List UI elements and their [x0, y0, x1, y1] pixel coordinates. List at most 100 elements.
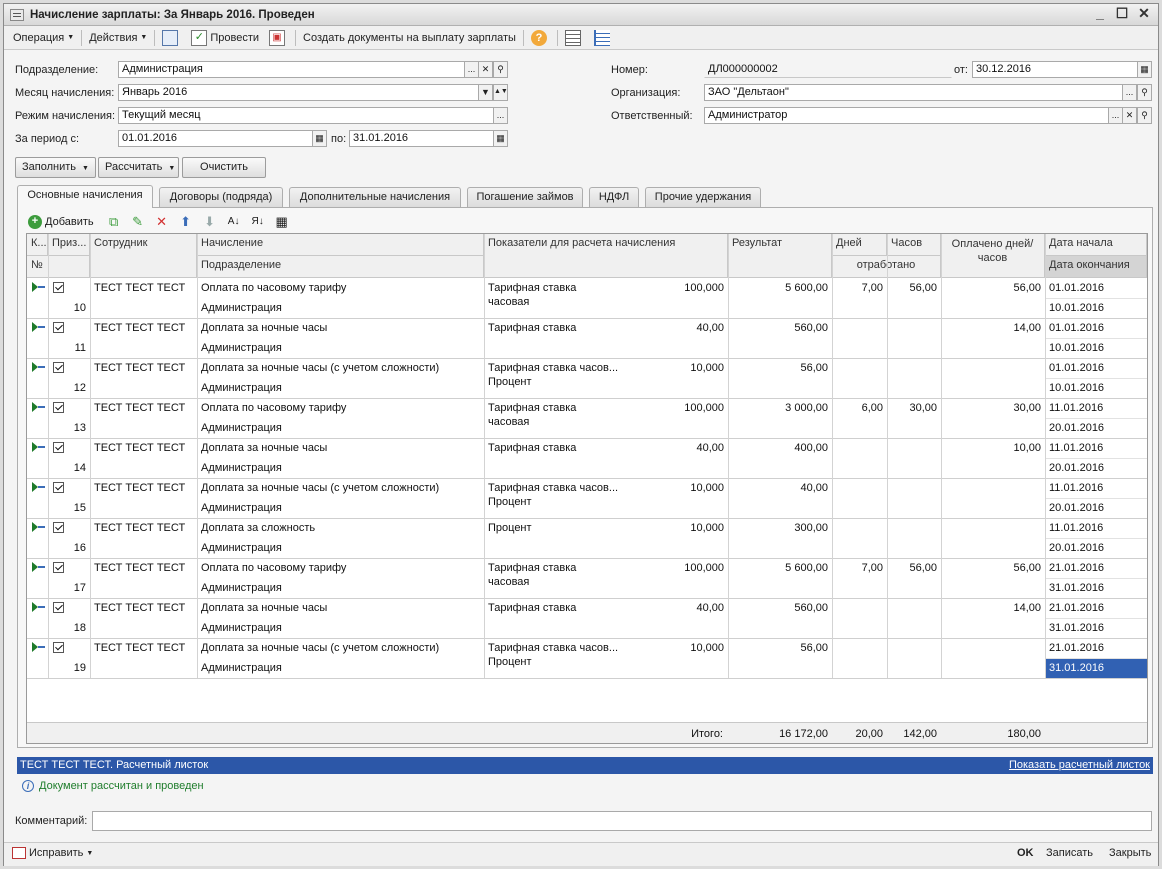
header-division[interactable]: Подразделение: [197, 256, 484, 278]
period-from-calendar-icon[interactable]: ▦: [312, 131, 326, 146]
number-field[interactable]: ДЛ000000002: [704, 61, 952, 78]
row-checkbox[interactable]: [53, 362, 64, 373]
header-date-start[interactable]: Дата начала: [1045, 234, 1147, 256]
row-checkbox[interactable]: [53, 642, 64, 653]
tab-main-accruals[interactable]: Основные начисления: [17, 185, 153, 208]
division-search-icon[interactable]: ⚲: [493, 62, 507, 77]
actions-menu[interactable]: Действия ▼: [84, 28, 152, 48]
row-indicator-value: 100,000: [684, 402, 724, 414]
mode-select-button[interactable]: ...: [493, 108, 507, 123]
totals-paid: 180,00: [1007, 728, 1041, 740]
edit-icon[interactable]: ✎: [130, 214, 146, 230]
grid-toolbar: + Добавить ⧉ ✎ ✕ ⬆ ⬇ A↓ Я↓ ▦: [28, 212, 294, 232]
calculate-button[interactable]: Рассчитать ▼: [98, 157, 179, 178]
tab-additional-accruals[interactable]: Дополнительные начисления: [289, 187, 461, 207]
header-paid[interactable]: Оплачено дней/часов: [941, 234, 1045, 278]
delete-icon[interactable]: ✕: [154, 214, 170, 230]
period-to-calendar-icon[interactable]: ▦: [493, 131, 507, 146]
table-settings-icon[interactable]: ▦: [274, 214, 290, 230]
copy-icon[interactable]: ⧉: [106, 214, 122, 230]
document-list-button[interactable]: [157, 28, 186, 48]
header-date-end[interactable]: Дата окончания: [1045, 256, 1147, 278]
comment-input[interactable]: [92, 811, 1152, 831]
move-up-icon[interactable]: ⬆: [178, 214, 194, 230]
close-button[interactable]: Закрыть: [1109, 847, 1151, 859]
move-down-icon[interactable]: ⬇: [202, 214, 218, 230]
info-icon: i: [22, 780, 34, 792]
header-indicators[interactable]: Показатели для расчета начисления: [484, 234, 728, 278]
row-checkbox[interactable]: [53, 442, 64, 453]
fix-menu[interactable]: Исправить ▼: [12, 847, 93, 859]
row-checkbox[interactable]: [53, 522, 64, 533]
row-accrual: Доплата за ночные часы: [201, 322, 328, 334]
help-button[interactable]: ?: [526, 28, 555, 48]
header-accrual[interactable]: Начисление: [197, 234, 484, 256]
period-from-field[interactable]: 01.01.2016 ▦: [118, 130, 327, 147]
header-number[interactable]: №: [27, 256, 90, 278]
sort-asc-icon[interactable]: A↓: [226, 214, 242, 230]
clear-button[interactable]: Очистить: [182, 157, 266, 178]
month-dropdown-icon[interactable]: ▼: [478, 85, 493, 100]
responsible-search-icon[interactable]: ⚲: [1137, 108, 1151, 123]
row-checkbox[interactable]: [53, 602, 64, 613]
row-hours: [887, 520, 941, 524]
responsible-clear-button[interactable]: ✕: [1122, 108, 1137, 123]
row-division: Администрация: [201, 662, 282, 674]
row-checkbox[interactable]: [53, 482, 64, 493]
tab-ndfl[interactable]: НДФЛ: [589, 187, 639, 207]
header-hours[interactable]: Часов: [887, 234, 941, 256]
accruals-grid: К... Приз... № Сотрудник Начисление Подр…: [26, 233, 1148, 744]
add-button[interactable]: + Добавить: [28, 215, 94, 229]
header-result[interactable]: Результат: [728, 234, 832, 278]
row-days: [832, 320, 887, 324]
sort-desc-icon[interactable]: Я↓: [250, 214, 266, 230]
row-checkbox[interactable]: [53, 322, 64, 333]
row-checkbox[interactable]: [53, 402, 64, 413]
row-indicator-sub: Процент: [488, 656, 532, 668]
create-payment-docs-button[interactable]: Создать документы на выплату зарплаты: [298, 28, 521, 48]
row-checkbox[interactable]: [53, 282, 64, 293]
header-days[interactable]: Дней: [832, 234, 887, 256]
tab-loan-repayment[interactable]: Погашение займов: [467, 187, 583, 207]
row-result: 300,00: [794, 522, 828, 534]
show-payslip-link[interactable]: Показать расчетный листок: [1009, 757, 1150, 774]
date-calendar-icon[interactable]: ▦: [1137, 62, 1151, 77]
org-search-icon[interactable]: ⚲: [1137, 85, 1151, 100]
date-label: от:: [954, 64, 968, 76]
month-field[interactable]: Январь 2016 ▼ ▲▼: [118, 84, 508, 101]
division-clear-button[interactable]: ✕: [478, 62, 493, 77]
org-select-button[interactable]: ...: [1122, 85, 1137, 100]
row-paid: 14,00: [1013, 322, 1041, 334]
window-title: Начисление зарплаты: За Январь 2016. Про…: [30, 9, 315, 21]
header-employee[interactable]: Сотрудник: [90, 234, 197, 278]
maximize-icon[interactable]: ☐: [1114, 6, 1130, 22]
close-icon[interactable]: ✕: [1136, 6, 1152, 22]
row-division: Администрация: [201, 622, 282, 634]
post-button[interactable]: ✓ Провести: [186, 28, 264, 48]
division-field[interactable]: Администрация ... ✕ ⚲: [118, 61, 508, 78]
row-accrual: Оплата по часовому тарифу: [201, 402, 347, 414]
tab-contracts[interactable]: Договоры (подряда): [159, 187, 283, 207]
month-spin-icon[interactable]: ▲▼: [493, 85, 507, 100]
mode-field[interactable]: Текущий месяц ...: [118, 107, 508, 124]
ok-button[interactable]: OK: [1017, 847, 1034, 859]
header-k[interactable]: К...: [27, 234, 48, 256]
fill-button[interactable]: Заполнить ▼: [15, 157, 96, 178]
date-field[interactable]: 30.12.2016 ▦: [972, 61, 1152, 78]
minimize-icon[interactable]: _: [1092, 6, 1108, 22]
tab-other-deductions[interactable]: Прочие удержания: [645, 187, 761, 207]
tree-button[interactable]: [589, 28, 618, 48]
operation-menu[interactable]: Операция ▼: [8, 28, 79, 48]
org-field[interactable]: ЗАО "Дельтаон" ... ⚲: [704, 84, 1152, 101]
division-select-button[interactable]: ...: [464, 62, 479, 77]
print-button[interactable]: ▣: [264, 28, 293, 48]
responsible-field[interactable]: Администратор ... ✕ ⚲: [704, 107, 1152, 124]
structure-button[interactable]: [560, 28, 589, 48]
row-checkbox[interactable]: [53, 562, 64, 573]
header-priz[interactable]: Приз...: [48, 234, 90, 256]
period-to-field[interactable]: 31.01.2016 ▦: [349, 130, 508, 147]
row-paid: 56,00: [1013, 562, 1041, 574]
responsible-select-button[interactable]: ...: [1108, 108, 1123, 123]
row-result: 56,00: [800, 642, 828, 654]
save-button[interactable]: Записать: [1046, 847, 1093, 859]
